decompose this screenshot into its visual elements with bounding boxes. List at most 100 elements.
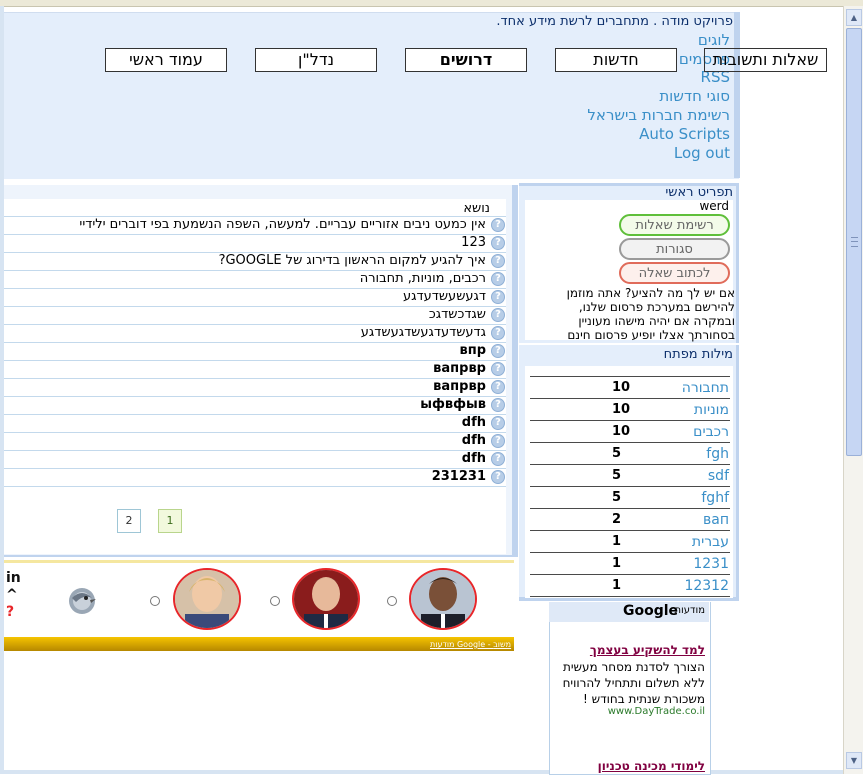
keyword-link[interactable]: רכבים	[693, 424, 729, 440]
vertical-scrollbar[interactable]: ▲ ▼	[843, 6, 863, 774]
write-question-button[interactable]: לכתוב שאלה	[619, 262, 730, 284]
table-row[interactable]: ? dfh	[4, 451, 506, 469]
nav-jobs-button[interactable]: דרושים	[405, 48, 527, 72]
topic-title[interactable]: dfh	[462, 415, 486, 430]
table-row[interactable]: ? вапрвр	[4, 361, 506, 379]
question-icon: ?	[491, 398, 505, 412]
google-logo: Google	[623, 603, 679, 619]
topic-title[interactable]: גדעשדעדגעשדגעשדגע	[361, 325, 486, 340]
topic-title[interactable]: דגעשעשדעדגע	[403, 289, 486, 304]
keyword-count: 5	[612, 446, 622, 461]
keyword-row[interactable]: מוניות 10	[530, 399, 730, 421]
keyword-row[interactable]: fgh 5	[530, 443, 730, 465]
keywords-title: מילות מפתח	[663, 347, 733, 362]
keyword-row[interactable]: fghf 5	[530, 487, 730, 509]
bird-logo-icon	[69, 588, 96, 614]
table-row[interactable]: ? איך להגיע למקום הראשון בדירוג של GOOGLE…	[4, 253, 506, 271]
link-companies-list[interactable]: רשימת חברות בישראל	[587, 106, 730, 124]
questions-list-button[interactable]: רשימת שאלות	[619, 214, 730, 236]
link-news-types[interactable]: סוגי חדשות	[659, 87, 730, 105]
keyword-link[interactable]: תחבורה	[682, 380, 729, 396]
ad-1-url-link[interactable]: www.DayTrade.co.il	[608, 706, 705, 717]
keyword-row[interactable]: עברית 1	[530, 531, 730, 553]
topic-title[interactable]: ыфвфыв	[420, 397, 486, 412]
topic-title[interactable]: שגדכשדגכ	[429, 307, 486, 322]
link-auto-scripts[interactable]: Auto Scripts	[639, 125, 730, 143]
table-row[interactable]: ? dfh	[4, 433, 506, 451]
nav-realestate-button[interactable]: נדל"ן	[255, 48, 377, 72]
ad-1-title-link[interactable]: למד להשקיע בעצמך	[590, 643, 705, 657]
keyword-link[interactable]: sdf	[708, 468, 729, 484]
candidate-portrait-3	[409, 568, 477, 630]
table-row[interactable]: ? דגעשעשדעדגע	[4, 289, 506, 307]
closed-button[interactable]: סגורות	[619, 238, 730, 260]
poll-radio-1[interactable]	[150, 596, 160, 606]
username-label: werd	[699, 199, 729, 213]
topic-title[interactable]: вапрвр	[433, 361, 486, 376]
page-1-button[interactable]: 1	[158, 509, 182, 533]
nav-news-button[interactable]: חדשות	[555, 48, 677, 72]
table-row[interactable]: ? 231231	[4, 469, 506, 487]
frame-bottom-border	[0, 770, 863, 774]
keyword-row[interactable]: תחבורה 10	[530, 377, 730, 399]
question-icon: ?	[491, 218, 505, 232]
scrollbar-thumb[interactable]	[846, 28, 862, 456]
table-row[interactable]: ? dfh	[4, 415, 506, 433]
table-row[interactable]: ? вапрвр	[4, 379, 506, 397]
table-row[interactable]: ? שגדכשדגכ	[4, 307, 506, 325]
topic-title[interactable]: вапрвр	[433, 379, 486, 394]
table-row[interactable]: ? גדעשדעדגעשדגעשדגע	[4, 325, 506, 343]
candidate-portrait-1	[173, 568, 241, 630]
banner-ad-feedback-link[interactable]: מודעות Google - משוב	[430, 640, 511, 649]
topic-title[interactable]: רכבים, מוניות, תחבורה	[360, 271, 486, 286]
question-icon: ?	[491, 416, 505, 430]
topic-title[interactable]: dfh	[462, 451, 486, 466]
banner-letter-q: ?	[6, 604, 15, 620]
topic-title[interactable]: 231231	[432, 469, 486, 484]
keyword-link[interactable]: 1231	[693, 556, 729, 572]
keyword-count: 10	[612, 402, 631, 417]
topic-title[interactable]: 123	[461, 235, 486, 250]
nav-qa-button[interactable]: שאלות ותשובות	[704, 48, 827, 72]
advertise-info-text: אם יש לך מה להציע? אתה מוזמן להירשם במער…	[566, 286, 735, 342]
keyword-row[interactable]: 1231 1	[530, 553, 730, 575]
topic-title[interactable]: dfh	[462, 433, 486, 448]
question-icon: ?	[491, 326, 505, 340]
keyword-link[interactable]: fgh	[706, 446, 729, 462]
poll-radio-2[interactable]	[270, 596, 280, 606]
scroll-down-arrow-icon[interactable]: ▼	[846, 752, 862, 769]
header-panel	[4, 12, 739, 179]
keyword-row[interactable]: 12312 1	[530, 575, 730, 597]
keyword-link[interactable]: מוניות	[694, 402, 729, 418]
table-row[interactable]: ? 123	[4, 235, 506, 253]
keyword-row[interactable]: sdf 5	[530, 465, 730, 487]
banner-letter-in: in	[6, 570, 21, 586]
question-icon: ?	[491, 344, 505, 358]
keyword-row[interactable]: רכבים 10	[530, 421, 730, 443]
keyword-link[interactable]: עברית	[692, 534, 729, 550]
question-icon: ?	[491, 254, 505, 268]
table-row[interactable]: ? впр	[4, 343, 506, 361]
ad-2-title-link[interactable]: לימודי מכינה טכניון	[598, 759, 705, 773]
nav-home-button[interactable]: עמוד ראשי	[105, 48, 227, 72]
question-icon: ?	[491, 272, 505, 286]
keyword-link[interactable]: 12312	[684, 578, 729, 594]
scroll-up-arrow-icon[interactable]: ▲	[846, 9, 862, 26]
keyword-link[interactable]: fghf	[701, 490, 729, 506]
question-icon: ?	[491, 362, 505, 376]
link-logs[interactable]: לוגים	[698, 31, 730, 49]
keyword-link[interactable]: вап	[703, 512, 729, 528]
table-row[interactable]: ? ыфвфыв	[4, 397, 506, 415]
table-row[interactable]: ? אין כמעט ניבים אזוריים עבריים. למעשה, ה…	[4, 217, 506, 235]
poll-radio-3[interactable]	[387, 596, 397, 606]
keyword-count: 1	[612, 534, 622, 549]
topic-title[interactable]: אין כמעט ניבים אזוריים עבריים. למעשה, הש…	[79, 217, 486, 232]
link-log-out[interactable]: Log out	[674, 144, 730, 162]
topic-title[interactable]: איך להגיע למקום הראשון בדירוג של GOOGLE?	[219, 253, 486, 268]
table-row[interactable]: ? רכבים, מוניות, תחבורה	[4, 271, 506, 289]
table-header-row	[4, 200, 506, 217]
keyword-row[interactable]: вап 2	[530, 509, 730, 531]
topic-title[interactable]: впр	[459, 343, 486, 358]
page-2-button[interactable]: 2	[117, 509, 141, 533]
grip-icon	[851, 237, 858, 247]
